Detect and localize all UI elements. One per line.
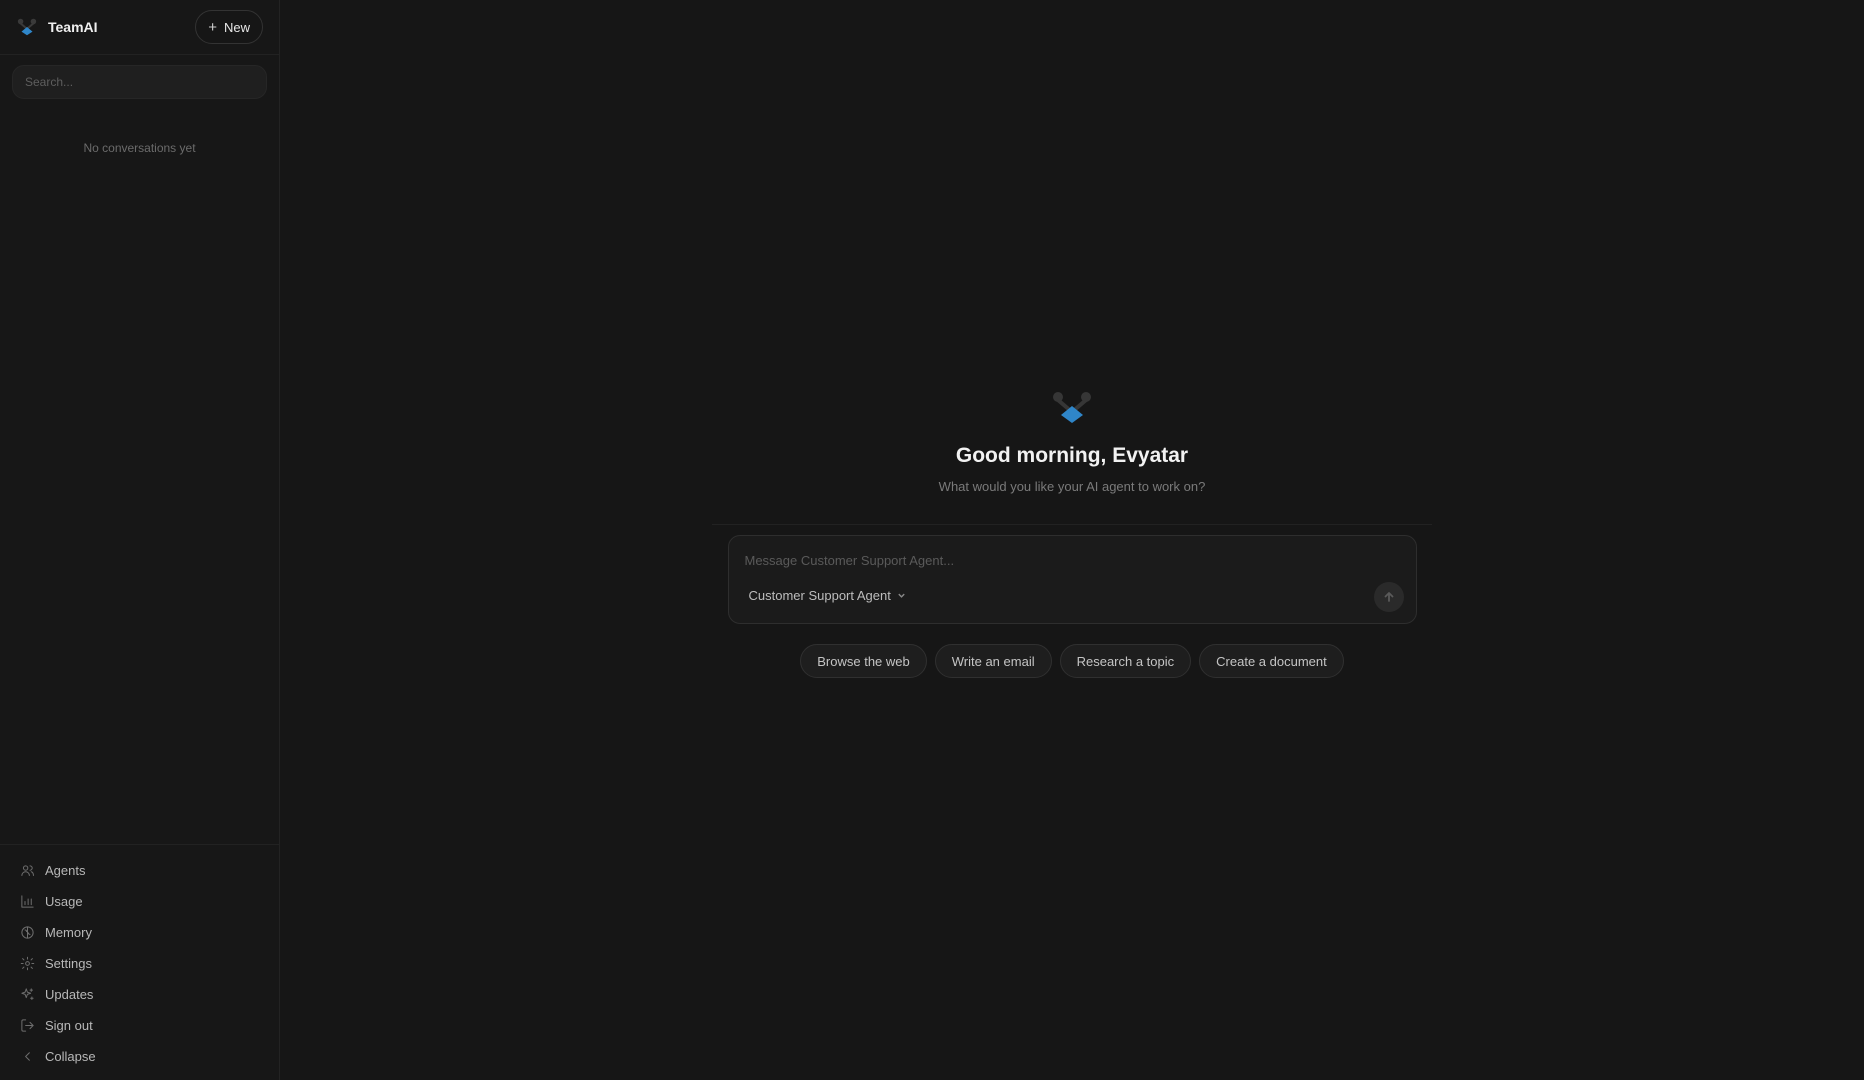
bar-chart-icon — [21, 895, 34, 908]
sidebar: TeamAI + New No conversations yet Agents… — [0, 0, 280, 1080]
agent-selector-label: Customer Support Agent — [748, 588, 891, 603]
sidebar-item-agents[interactable]: Agents — [0, 855, 279, 886]
send-button[interactable] — [1373, 582, 1404, 612]
users-icon — [21, 865, 34, 876]
message-composer: Customer Support Agent — [727, 535, 1417, 624]
empty-conversations-text: No conversations yet — [83, 141, 196, 155]
new-conversation-button[interactable]: + New — [195, 10, 263, 44]
plus-icon: + — [208, 18, 217, 36]
chevron-left-icon — [25, 1052, 30, 1061]
suggestion-research-topic[interactable]: Research a topic — [1059, 644, 1192, 678]
sidebar-item-label: Settings — [45, 956, 92, 971]
sidebar-nav: Agents Usage Memory Settings Updates Sig… — [0, 844, 279, 1080]
greeting-subtitle: What would you like your AI agent to wor… — [938, 479, 1206, 494]
sidebar-item-label: Agents — [45, 863, 86, 878]
message-input[interactable] — [744, 550, 1345, 570]
teamai-hero-logo-icon — [1053, 392, 1091, 423]
chevron-down-icon — [898, 593, 905, 598]
sidebar-item-sign-out[interactable]: Sign out — [0, 1010, 279, 1041]
sidebar-item-settings[interactable]: Settings — [0, 948, 279, 979]
sidebar-item-memory[interactable]: Memory — [0, 917, 279, 948]
sidebar-item-collapse[interactable]: Collapse — [0, 1041, 279, 1072]
suggestion-browse-web[interactable]: Browse the web — [800, 644, 927, 678]
sidebar-item-label: Updates — [45, 987, 94, 1002]
sidebar-item-updates[interactable]: Updates — [0, 979, 279, 1010]
welcome-panel: Good morning, Evyatar What would you lik… — [280, 388, 1864, 678]
divider — [712, 524, 1432, 525]
brand[interactable]: TeamAI — [16, 16, 98, 38]
search-container — [0, 55, 279, 109]
arrow-up-icon — [1384, 592, 1393, 602]
main-area: Good morning, Evyatar What would you lik… — [280, 0, 1864, 1080]
app-root: TeamAI + New No conversations yet Agents… — [0, 0, 1864, 1080]
agent-selector[interactable]: Customer Support Agent — [749, 588, 906, 603]
sidebar-item-label: Sign out — [45, 1018, 93, 1033]
sign-out-icon — [21, 1019, 34, 1032]
search-input[interactable] — [12, 65, 267, 99]
brand-name: TeamAI — [48, 19, 98, 35]
sparkles-icon — [21, 988, 34, 1000]
sidebar-item-usage[interactable]: Usage — [0, 886, 279, 917]
suggestion-chips: Browse the web Write an email Research a… — [800, 644, 1344, 678]
sidebar-header: TeamAI + New — [0, 0, 279, 55]
suggestion-create-document[interactable]: Create a document — [1199, 644, 1344, 678]
sidebar-item-label: Usage — [45, 894, 83, 909]
gear-icon — [20, 956, 35, 971]
sidebar-item-label: Memory — [45, 925, 92, 940]
new-button-label: New — [223, 19, 250, 35]
greeting-heading: Good morning, Evyatar — [955, 444, 1189, 467]
sidebar-item-label: Collapse — [45, 1049, 96, 1064]
suggestion-write-email[interactable]: Write an email — [934, 644, 1052, 678]
teamai-logo-icon — [17, 18, 37, 36]
brain-icon — [21, 926, 34, 939]
